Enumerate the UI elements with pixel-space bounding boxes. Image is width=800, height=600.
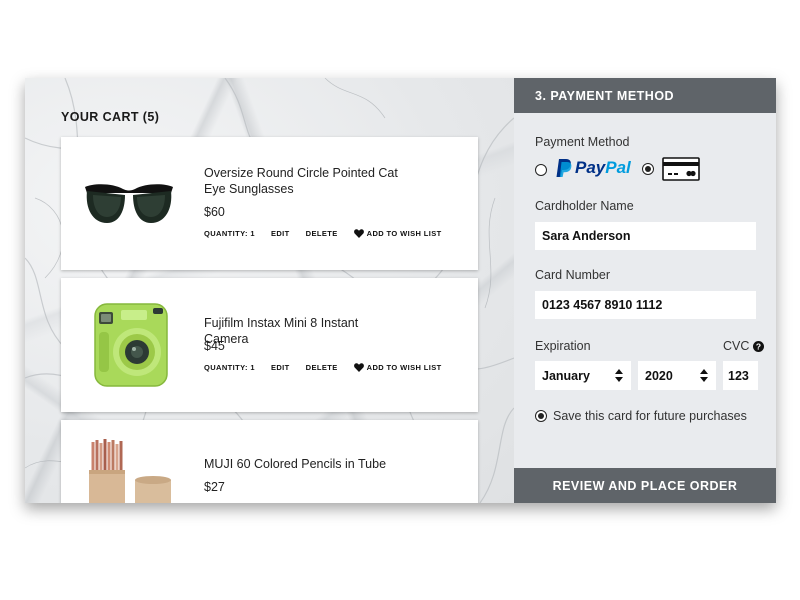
cvc-input[interactable]: 123 [723, 361, 758, 390]
instant-camera-image [94, 303, 168, 387]
paypal-pay-text: Pay [575, 158, 606, 177]
month-value: January [542, 368, 590, 383]
item-actions: QUANTITY: 1 EDIT DELETE ADD TO WISH LIST [204, 229, 442, 238]
edit-button[interactable]: EDIT [271, 363, 290, 372]
add-to-wish-list-button[interactable]: ADD TO WISH LIST [353, 229, 442, 238]
paypal-p-icon [556, 159, 572, 177]
paypal-pal-text: Pal [605, 158, 631, 177]
cart-item-card: Fujifilm Instax Mini 8 Instant Camera $4… [61, 278, 478, 412]
save-card-label[interactable]: Save this card for future purchases [553, 409, 747, 423]
card-number-input[interactable]: 0123 4567 8910 1112 [535, 291, 756, 319]
quantity-label[interactable]: QUANTITY: 1 [204, 229, 255, 238]
payment-method-label: Payment Method [535, 135, 630, 149]
heart-icon [353, 229, 364, 238]
expiration-label: Expiration [535, 339, 591, 353]
item-price: $45 [204, 339, 225, 353]
cvc-label-group: CVC ? [723, 339, 765, 353]
add-to-wish-list-button[interactable]: ADD TO WISH LIST [353, 363, 442, 372]
save-card-radio[interactable] [535, 410, 547, 422]
credit-card-icon[interactable] [662, 157, 700, 181]
cvc-label: CVC [723, 339, 750, 353]
cart-item-card: MUJI 60 Colored Pencils in Tube $27 [61, 420, 478, 503]
wish-list-label: ADD TO WISH LIST [366, 363, 442, 372]
cart-title: YOUR CART (5) [61, 110, 160, 124]
item-price: $27 [204, 480, 225, 494]
quantity-label[interactable]: QUANTITY: 1 [204, 363, 255, 372]
cart-panel: YOUR CART (5) Oversize Round Circle Poin… [25, 78, 514, 503]
select-arrows-icon [700, 369, 708, 382]
payment-panel: 3. PAYMENT METHOD Payment Method Pay Pal… [514, 78, 776, 503]
item-actions: QUANTITY: 1 EDIT DELETE ADD TO WISH LIST [204, 363, 442, 372]
question-icon[interactable]: ? [753, 340, 765, 352]
paypal-logo[interactable]: Pay Pal [555, 158, 631, 178]
year-value: 2020 [645, 368, 673, 383]
expiration-month-select[interactable]: January [535, 361, 631, 390]
cardholder-name-input[interactable]: Sara Anderson [535, 222, 756, 250]
cart-item-card: Oversize Round Circle Pointed Cat Eye Su… [61, 137, 478, 270]
select-arrows-icon [615, 369, 623, 382]
heart-icon [353, 363, 364, 372]
svg-text:?: ? [756, 341, 761, 351]
card-radio[interactable] [642, 163, 654, 175]
paypal-radio[interactable] [535, 164, 547, 176]
cardholder-name-label: Cardholder Name [535, 199, 634, 213]
item-name[interactable]: Oversize Round Circle Pointed Cat Eye Su… [204, 165, 404, 197]
item-name[interactable]: MUJI 60 Colored Pencils in Tube [204, 456, 404, 472]
payment-header: 3. PAYMENT METHOD [514, 78, 776, 113]
edit-button[interactable]: EDIT [271, 229, 290, 238]
colored-pencils-image [89, 439, 171, 503]
item-name[interactable]: Fujifilm Instax Mini 8 Instant Camera [204, 315, 404, 347]
delete-button[interactable]: DELETE [306, 363, 338, 372]
card-number-label: Card Number [535, 268, 611, 282]
sunglasses-image [85, 184, 173, 223]
item-price: $60 [204, 205, 225, 219]
delete-button[interactable]: DELETE [306, 229, 338, 238]
wish-list-label: ADD TO WISH LIST [366, 229, 442, 238]
review-place-order-button[interactable]: REVIEW AND PLACE ORDER [514, 468, 776, 503]
expiration-year-select[interactable]: 2020 [638, 361, 716, 390]
checkout-window: YOUR CART (5) Oversize Round Circle Poin… [25, 78, 776, 503]
